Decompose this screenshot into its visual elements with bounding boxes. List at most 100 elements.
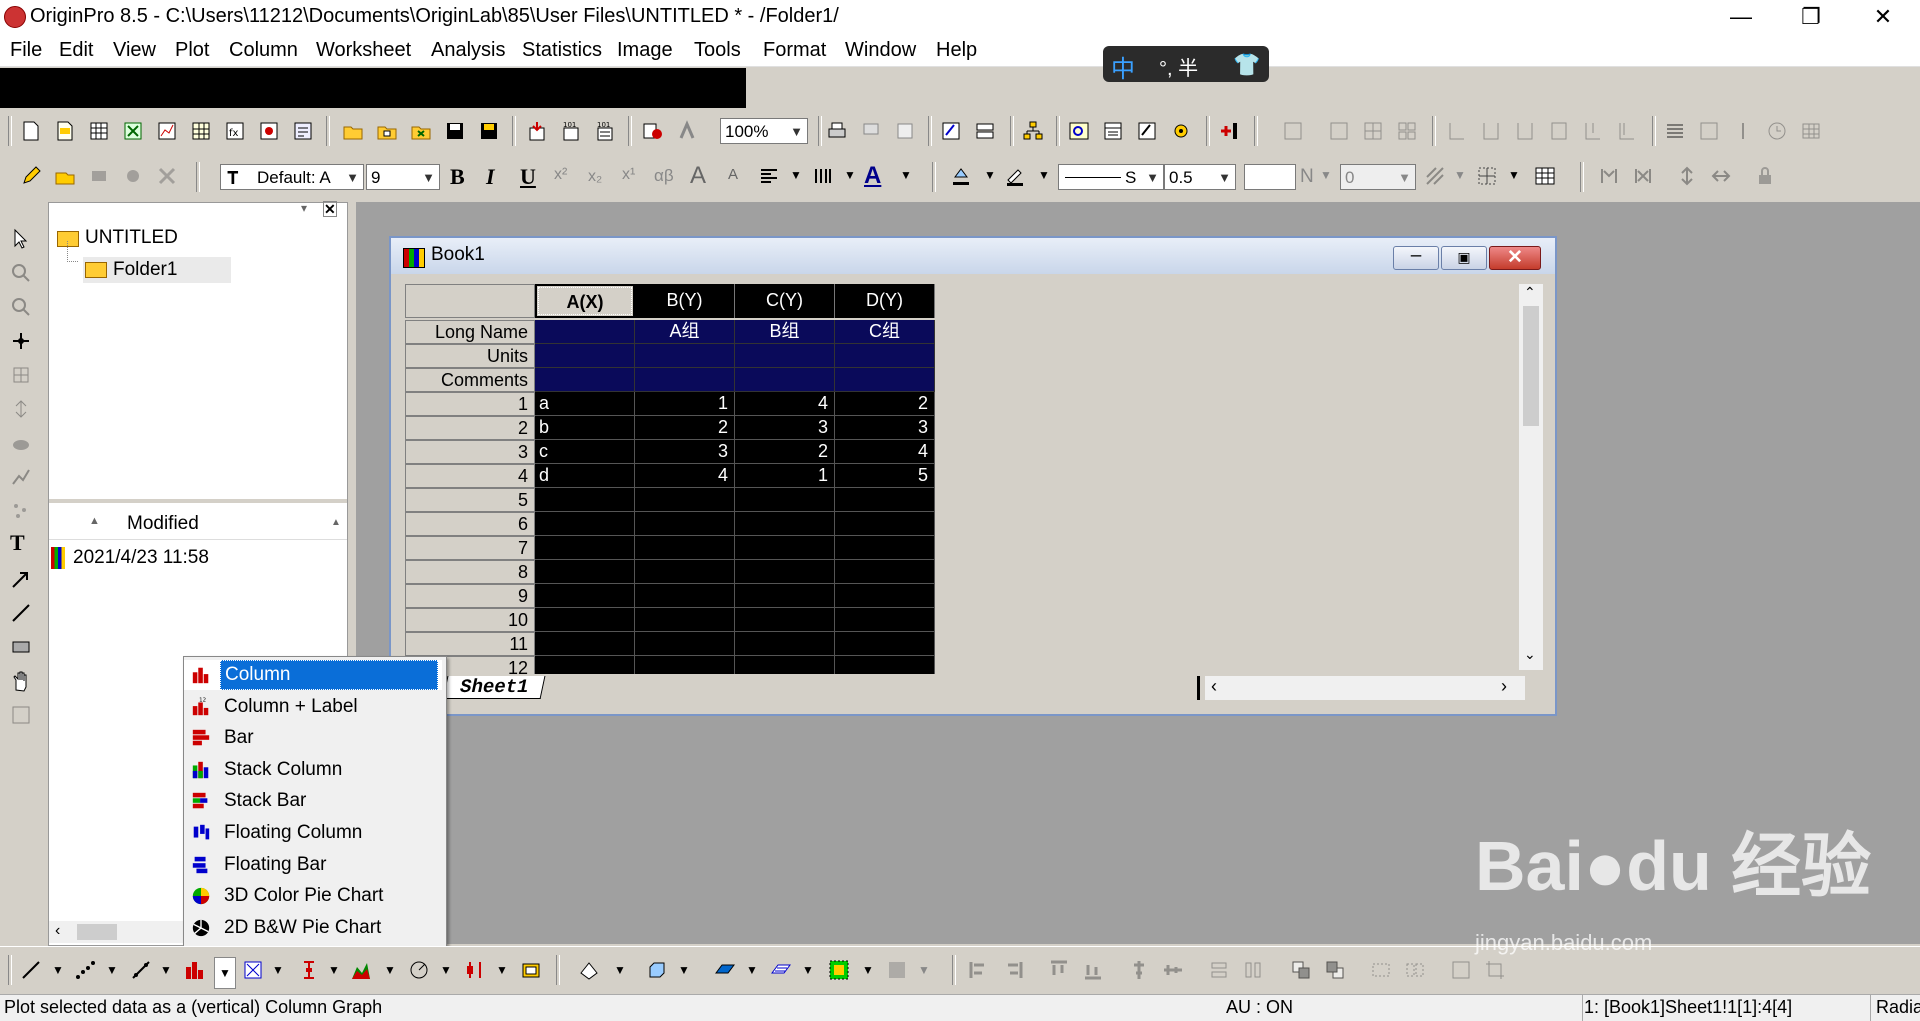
axis-box-icon[interactable] xyxy=(1480,120,1502,142)
column-header-d[interactable]: D(Y) xyxy=(835,284,935,318)
axis-u-icon[interactable] xyxy=(1514,120,1536,142)
splitter[interactable] xyxy=(49,499,347,503)
chevron-down-icon[interactable]: ▼ xyxy=(844,168,856,182)
chevron-down-icon[interactable]: ▼ xyxy=(160,963,172,977)
popup-item-floating-bar[interactable]: Floating Bar xyxy=(184,850,442,880)
data-cell[interactable]: 4 xyxy=(835,440,935,464)
chevron-down-icon[interactable]: ▼ xyxy=(790,168,802,182)
column-plot-icon[interactable] xyxy=(184,959,206,981)
resize-icon[interactable] xyxy=(1450,959,1472,981)
align-right-edge-icon[interactable] xyxy=(1002,959,1024,981)
scroll-up-icon[interactable]: ⌃ xyxy=(1524,284,1536,301)
popup-item-bar[interactable]: Bar xyxy=(184,723,442,753)
project-explorer-icon[interactable] xyxy=(1022,120,1044,142)
font-select[interactable]: 𝐓 Default: A ▼ xyxy=(220,164,364,190)
export-page-icon[interactable] xyxy=(894,120,916,142)
popup-item-3d-color-pie-chart[interactable]: 3D Color Pie Chart xyxy=(184,881,442,911)
scroll-down-icon[interactable]: ⌄ xyxy=(1524,646,1536,663)
long-name-cell[interactable]: C组 xyxy=(835,320,935,344)
data-cell[interactable]: a xyxy=(535,392,635,416)
menu-file[interactable]: File xyxy=(10,39,42,62)
line-symbol-plot-icon[interactable] xyxy=(130,959,152,981)
same-width-icon[interactable] xyxy=(1208,959,1230,981)
layer-grid-icon[interactable] xyxy=(1362,120,1384,142)
chevron-down-icon[interactable]: ▼ xyxy=(862,963,874,977)
open-template-icon[interactable] xyxy=(376,120,398,142)
hand-icon[interactable] xyxy=(10,670,32,692)
popup-item-2d-b-w-pie-chart[interactable]: 2D B&W Pie Chart xyxy=(184,913,442,943)
3d-waterfall-icon[interactable] xyxy=(770,959,792,981)
hatch-icon[interactable] xyxy=(1424,165,1446,187)
chevron-down-icon[interactable]: ▼ xyxy=(678,963,690,977)
column-resize-icon[interactable]: ▲ xyxy=(331,517,341,528)
zoom-out-icon[interactable] xyxy=(10,296,32,318)
new-workbook-icon[interactable] xyxy=(88,120,110,142)
data-cell[interactable] xyxy=(535,560,635,584)
menu-tools[interactable]: Tools xyxy=(694,39,741,62)
align-bottom-edge-icon[interactable] xyxy=(1082,959,1104,981)
units-cell[interactable] xyxy=(735,344,835,368)
open-excel-icon[interactable] xyxy=(410,120,432,142)
save-template-icon[interactable] xyxy=(478,120,500,142)
axis-l-icon[interactable] xyxy=(1446,120,1468,142)
regional-mask-icon[interactable] xyxy=(10,500,32,522)
clock-icon[interactable] xyxy=(1766,120,1788,142)
data-cell[interactable] xyxy=(735,632,835,656)
graph-layer-icon[interactable] xyxy=(1282,120,1304,142)
template-library-icon[interactable] xyxy=(520,959,542,981)
error-bar-plot-icon[interactable] xyxy=(298,959,320,981)
copy-page-icon[interactable] xyxy=(860,120,882,142)
column-header-a[interactable]: A(X) xyxy=(535,284,635,318)
new-graph-icon[interactable] xyxy=(156,120,178,142)
grid-corner[interactable] xyxy=(405,284,535,318)
chevron-down-icon[interactable]: ▼ xyxy=(1508,168,1520,182)
ime-indicator[interactable]: 中 °, 半 👕 xyxy=(1103,46,1269,83)
pin-icon[interactable]: ▾ xyxy=(301,201,307,215)
import-multiple-ascii-icon[interactable]: 101 xyxy=(594,120,616,142)
object-manager-icon[interactable] xyxy=(1068,120,1090,142)
row-header[interactable]: 7 xyxy=(405,536,535,560)
data-cell[interactable] xyxy=(635,584,735,608)
column-width-icon[interactable] xyxy=(812,165,834,187)
data-cell[interactable] xyxy=(835,512,935,536)
popup-item-stack-column[interactable]: Stack Column xyxy=(184,755,442,785)
data-selector-icon[interactable] xyxy=(10,398,32,420)
popup-item-stack-bar[interactable]: Stack Bar xyxy=(184,786,442,816)
row-header[interactable]: 5 xyxy=(405,488,535,512)
data-cell[interactable] xyxy=(835,488,935,512)
scroll-left-icon[interactable]: ‹ xyxy=(1211,676,1217,697)
row-header[interactable]: 8 xyxy=(405,560,535,584)
row-label-comments[interactable]: Comments xyxy=(405,368,535,392)
chevron-down-icon[interactable]: ▼ xyxy=(272,963,284,977)
data-cell[interactable] xyxy=(735,608,835,632)
list-item[interactable]: 2021/4/23 11:58 xyxy=(49,543,347,573)
column-header-b[interactable]: B(Y) xyxy=(635,284,735,318)
row-header[interactable]: 4 xyxy=(405,464,535,488)
chevron-down-icon[interactable]: ▼ xyxy=(614,963,626,977)
chevron-down-icon[interactable]: ▼ xyxy=(900,168,912,182)
data-reader-icon[interactable] xyxy=(10,364,32,386)
crop-icon[interactable] xyxy=(1484,959,1506,981)
align-hcenter-icon[interactable] xyxy=(1162,959,1184,981)
save-icon[interactable] xyxy=(444,120,466,142)
line-style-select[interactable]: S ▼ xyxy=(1058,164,1164,190)
zoom-in-icon[interactable] xyxy=(10,262,32,284)
move-up-icon[interactable] xyxy=(1676,165,1698,187)
comments-cell[interactable] xyxy=(735,368,835,392)
chevron-down-icon[interactable]: ▼ xyxy=(496,963,508,977)
units-cell[interactable] xyxy=(535,344,635,368)
3d-bar-icon[interactable] xyxy=(646,959,668,981)
border-icon[interactable] xyxy=(1476,165,1498,187)
draw-data-icon[interactable] xyxy=(10,466,32,488)
data-cell[interactable] xyxy=(635,632,735,656)
chevron-down-icon[interactable]: ▼ xyxy=(328,963,340,977)
new-excel-icon[interactable] xyxy=(122,120,144,142)
chevron-down-icon[interactable]: ▼ xyxy=(440,963,452,977)
column-header-c[interactable]: C(Y) xyxy=(735,284,835,318)
table-icon[interactable] xyxy=(1800,120,1822,142)
data-cell[interactable] xyxy=(635,488,735,512)
scroll-thumb[interactable] xyxy=(77,924,117,940)
code-builder-icon[interactable] xyxy=(1136,120,1158,142)
menu-view[interactable]: View xyxy=(113,39,156,62)
layer-left-icon[interactable] xyxy=(1328,120,1350,142)
